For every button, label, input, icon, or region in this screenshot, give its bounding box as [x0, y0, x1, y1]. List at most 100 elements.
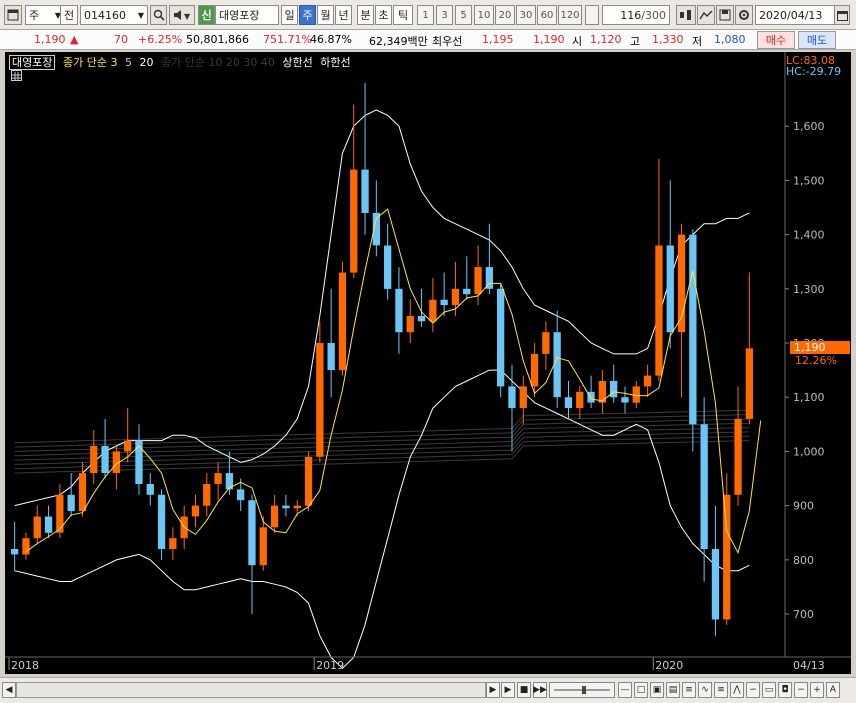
candle-body [463, 288, 471, 295]
legend-lower-band[interactable]: 하한선 [320, 56, 350, 69]
candle-body [553, 332, 561, 398]
candle-body [124, 440, 132, 452]
stock-badge: 신 [198, 5, 215, 25]
interval-minute[interactable]: 분 [357, 5, 374, 25]
save-icon[interactable] [716, 5, 734, 25]
sound-icon[interactable]: ▼ [169, 5, 195, 25]
crosshair-icon[interactable] [676, 5, 696, 25]
market-label: 주 [29, 9, 40, 22]
chart-canvas[interactable]: 7008009001,0001,1001,2001,3001,4001,5001… [5, 52, 851, 674]
legend-ma20[interactable]: 20 [139, 56, 153, 69]
window-menu-icon[interactable] [4, 5, 22, 25]
stock-name-field[interactable]: 대영포장 [215, 5, 279, 25]
best-quote-label: 최우선 [432, 35, 463, 48]
candle-body [689, 234, 697, 425]
stock-code-text: 014160 [84, 8, 126, 22]
interval-second[interactable]: 초 [375, 5, 392, 25]
zoom-out-icon[interactable]: − [794, 682, 808, 698]
bar-tool-icon[interactable]: ≡ [682, 682, 696, 698]
period-year[interactable]: 년 [335, 5, 352, 25]
interval-30[interactable]: 30 [516, 5, 536, 25]
candle-body [621, 397, 629, 403]
zoom-in-icon[interactable]: + [810, 682, 824, 698]
interval-20[interactable]: 20 [495, 5, 515, 25]
auto-scale-icon[interactable]: A [826, 682, 840, 698]
rect-tool-icon[interactable]: □ [634, 682, 648, 698]
cycle-tool-icon[interactable]: ∽ [746, 682, 760, 698]
grid-toggle-icon[interactable] [11, 70, 22, 81]
calendar-icon[interactable] [834, 5, 850, 25]
change-arrow: ▲ [70, 33, 79, 46]
market-select[interactable]: 주 ▼ [25, 5, 65, 25]
period-week[interactable]: 주 [299, 5, 316, 25]
screenshot-icon[interactable]: ▭ [762, 682, 776, 698]
candle-body [700, 424, 708, 549]
legend-ma[interactable]: 종가 단순 3 [63, 56, 117, 69]
buy-button[interactable]: 매수 [757, 31, 795, 49]
interval-60[interactable]: 60 [537, 5, 557, 25]
stock-code-field[interactable]: 014160 ▼ [80, 5, 148, 25]
candle-body [293, 505, 301, 509]
candle-body [576, 391, 584, 409]
text-tool-icon[interactable]: ▤ [666, 682, 680, 698]
y-tick-label: 700 [793, 608, 814, 621]
last-price-tag: 1,190 [790, 341, 850, 355]
change-amount: 70 [114, 33, 128, 46]
channel-tool-icon[interactable]: ⋀ [730, 682, 744, 698]
bar-count-field[interactable]: 116/300 [602, 5, 670, 25]
legend-ma5[interactable]: 5 [125, 56, 132, 69]
hc-indicator: HC:-29.79 [786, 65, 842, 78]
price-chart[interactable]: 7008009001,0001,1001,2001,3001,4001,5001… [5, 52, 851, 674]
zoom-slider[interactable] [549, 682, 615, 698]
camera-icon[interactable]: ◘ [778, 682, 792, 698]
interval-3[interactable]: 3 [436, 5, 453, 25]
legend-upper-band[interactable]: 상한선 [282, 56, 312, 69]
bar-count-total: /300 [641, 8, 666, 22]
candle-body [384, 245, 392, 289]
x-tick-label: 2018 [11, 659, 39, 672]
candle-body [157, 494, 166, 549]
view-toggle[interactable]: 전 [60, 5, 78, 25]
interval-tick[interactable]: 틱 [393, 5, 413, 25]
best-ask: 1,195 [482, 33, 514, 46]
bar-count-value: 116 [620, 8, 642, 22]
fibo-tool-icon[interactable]: ≋ [714, 682, 728, 698]
scroll-right-icon[interactable]: ▶ [486, 682, 500, 698]
legend-ma-long[interactable]: 종가 단순 10 20 30 40 [161, 56, 275, 69]
interval-120[interactable]: 120 [558, 5, 582, 25]
candle-body [474, 267, 482, 295]
candle-body [530, 353, 539, 387]
line-tool-icon[interactable]: — [618, 682, 632, 698]
x-tick-label: 2019 [316, 659, 344, 672]
gear-icon[interactable] [735, 5, 753, 25]
candle-body [745, 348, 753, 419]
period-month[interactable]: 월 [317, 5, 334, 25]
long-ma-line [14, 409, 750, 444]
play-step-icon[interactable]: ▶ [501, 682, 515, 698]
fast-forward-icon[interactable]: ▶▶ [533, 682, 547, 698]
stop-icon[interactable]: ■ [517, 682, 531, 698]
sell-button[interactable]: 매도 [798, 31, 836, 49]
interval-1[interactable]: 1 [417, 5, 434, 25]
scroll-left-icon[interactable]: ◀ [2, 682, 16, 698]
last-price-percent: 12.26% [795, 354, 837, 368]
x-tick-label: 2020 [655, 659, 683, 672]
interval-5[interactable]: 5 [455, 5, 472, 25]
trend-tool-icon[interactable]: ∿ [698, 682, 712, 698]
candle-body [270, 505, 279, 528]
candle-body [632, 386, 640, 403]
interval-10[interactable]: 10 [474, 5, 494, 25]
legend-stock-name[interactable]: 대영포장 [9, 55, 56, 70]
search-icon[interactable] [150, 5, 167, 25]
candle-body [338, 272, 347, 371]
y-tick-label: 800 [793, 554, 814, 567]
interval-custom[interactable] [585, 5, 599, 25]
candle-body [508, 386, 516, 409]
date-field[interactable]: 2020/04/13 [755, 5, 835, 25]
box-tool-icon[interactable]: ▣ [650, 682, 664, 698]
chart-scrollbar[interactable] [16, 682, 486, 698]
trendline-icon[interactable] [697, 5, 715, 25]
candle-body [203, 484, 211, 506]
candle-body [395, 288, 403, 333]
period-day[interactable]: 일 [281, 5, 298, 25]
